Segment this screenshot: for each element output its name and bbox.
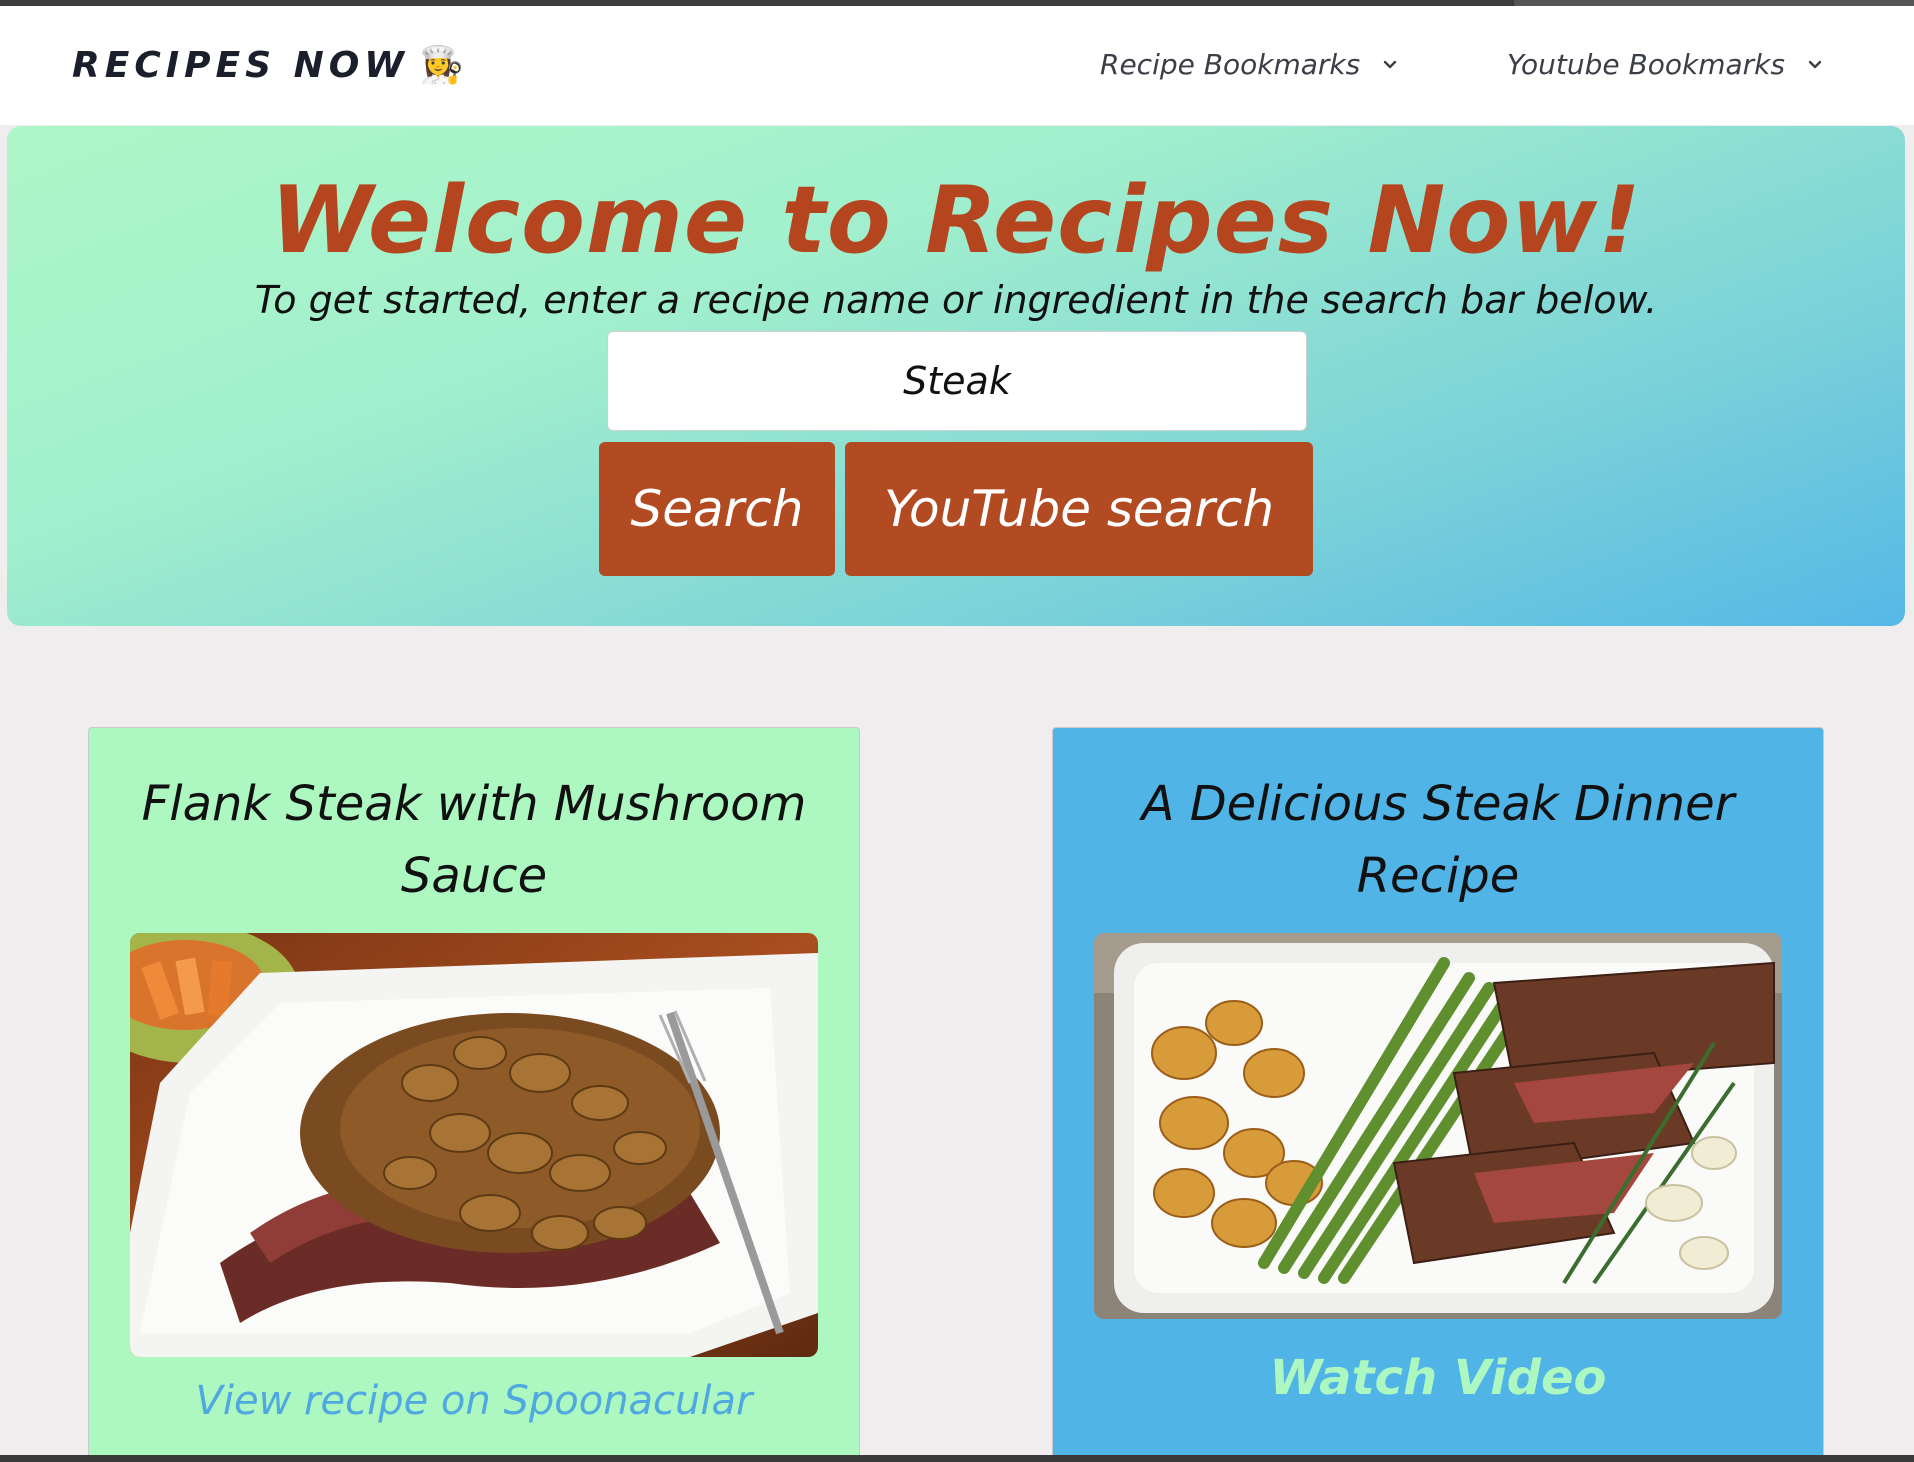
video-card-title: A Delicious Steak Dinner Recipe bbox=[1141, 776, 1735, 904]
recipe-card-title: Flank Steak with Mushroom Sauce bbox=[141, 776, 807, 904]
youtube-bookmarks-dropdown[interactable]: Youtube Bookmarks bbox=[1507, 48, 1823, 81]
recipe-bookmarks-dropdown[interactable]: Recipe Bookmarks bbox=[1100, 48, 1398, 81]
brand-logo[interactable]: RECIPES NOW 👩‍🍳 bbox=[72, 44, 464, 86]
video-card: A Delicious Steak Dinner Recipe Watch Vi… bbox=[1052, 727, 1824, 1462]
navbar: RECIPES NOW 👩‍🍳 Recipe Bookmarks Youtube … bbox=[0, 6, 1914, 125]
chef-icon: 👩‍🍳 bbox=[419, 45, 464, 86]
hero-banner: Welcome to Recipes Now! To get started, … bbox=[7, 126, 1905, 626]
youtube-bookmarks-label: Youtube Bookmarks bbox=[1507, 48, 1785, 81]
hero-title: Welcome to Recipes Now! bbox=[270, 166, 1642, 274]
steak-dinner-image bbox=[1094, 933, 1782, 1319]
chevron-down-icon bbox=[1384, 60, 1397, 68]
chevron-down-icon bbox=[1808, 60, 1822, 68]
youtube-search-button[interactable]: YouTube search bbox=[845, 442, 1313, 576]
search-button[interactable]: Search bbox=[599, 442, 835, 576]
view-recipe-link[interactable]: View recipe on Spoonacular bbox=[89, 1378, 859, 1424]
recipe-card: Flank Steak with Mushroom Sauce View rec… bbox=[88, 727, 860, 1462]
watch-video-link[interactable]: Watch Video bbox=[1053, 1350, 1823, 1406]
window-bottom-strip bbox=[0, 1455, 1914, 1462]
brand-name: RECIPES NOW bbox=[72, 45, 410, 86]
recipe-bookmarks-label: Recipe Bookmarks bbox=[1100, 48, 1361, 81]
search-input[interactable] bbox=[607, 331, 1307, 431]
hero-subtitle: To get started, enter a recipe name or i… bbox=[254, 278, 1658, 322]
flank-steak-image bbox=[130, 933, 818, 1357]
